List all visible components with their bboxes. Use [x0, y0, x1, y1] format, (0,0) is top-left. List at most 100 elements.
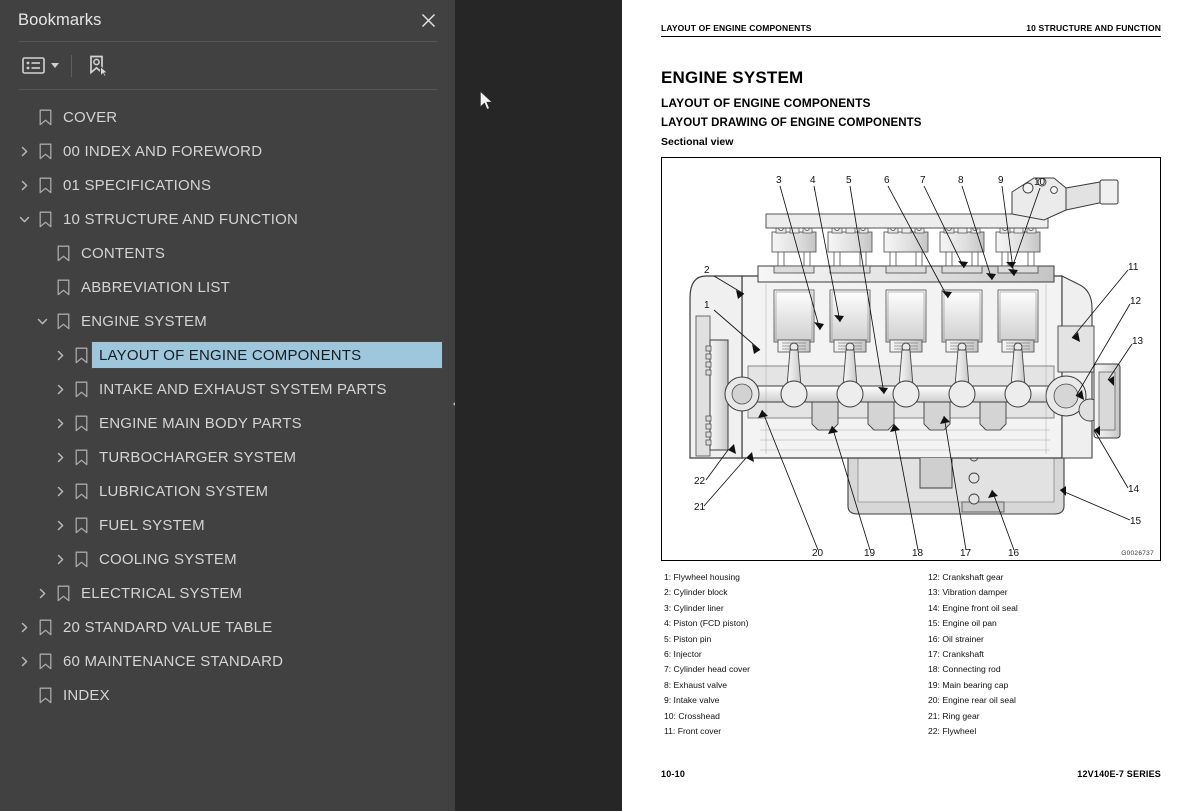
bookmarks-panel-header: Bookmarks	[0, 0, 455, 41]
expand-toggle[interactable]	[32, 576, 52, 610]
bookmark-label-wrap: ENGINE SYSTEM	[74, 308, 217, 334]
close-icon	[421, 13, 435, 28]
panel-title: Bookmarks	[18, 11, 102, 29]
collapse-toggle[interactable]	[14, 202, 34, 236]
legend-item: 4: Piston (FCD piston)	[664, 618, 749, 629]
bookmark-item-index[interactable]: INDEX	[0, 678, 455, 712]
bookmark-icon	[57, 245, 69, 261]
bookmark-label: 01 SPECIFICATIONS	[63, 176, 212, 194]
bookmark-tree[interactable]: COVER 00 INDEX AND FOREWORD 01 SPECIFICATI…	[0, 90, 455, 811]
expand-toggle[interactable]	[14, 610, 34, 644]
bookmark-label: ENGINE SYSTEM	[81, 312, 207, 330]
bookmark-item-engine-main-body-parts[interactable]: ENGINE MAIN BODY PARTS	[0, 406, 455, 440]
bookmark-icon	[75, 415, 87, 431]
bookmark-icon-wrap	[34, 168, 56, 202]
bookmarks-panel: Bookmarks COVER 00 INDEX AND FOREWORD 01…	[0, 0, 455, 811]
expand-toggle[interactable]	[14, 134, 34, 168]
running-head-rule	[661, 36, 1161, 37]
engine-diagram: 1 2 3 4 5 6 7 8 9 10 11 12 13 14 15 16 1…	[689, 175, 1144, 559]
bookmark-item-layout-of-engine-components[interactable]: LAYOUT OF ENGINE COMPONENTS	[0, 338, 455, 372]
legend-item: 14: Engine front oil seal	[928, 602, 1018, 613]
bookmark-label: ABBREVIATION LIST	[81, 278, 230, 296]
expand-toggle[interactable]	[50, 508, 70, 542]
bookmark-icon	[57, 279, 69, 295]
legend-item: 13: Vibration damper	[928, 587, 1008, 598]
chevron-down-icon	[51, 63, 59, 68]
list-options-icon	[22, 57, 45, 74]
chevron-right-icon	[21, 146, 27, 156]
bookmark-item-engine-system[interactable]: ENGINE SYSTEM	[0, 304, 455, 338]
bookmark-icon	[75, 381, 87, 397]
bookmark-label-wrap: INDEX	[56, 682, 120, 708]
legend-item: 1: Flywheel housing	[664, 572, 740, 582]
bookmark-icon-wrap	[52, 304, 74, 338]
series-label: 12V140E-7 SERIES	[1077, 769, 1161, 779]
engine-sectional-view-figure: 1 2 3 4 5 6 7 8 9 10 11 12 13 14 15 16 1…	[661, 157, 1161, 561]
expand-toggle[interactable]	[50, 542, 70, 576]
document-footer: 10-10 12V140E-7 SERIES	[661, 769, 1161, 779]
callout-14: 14	[1128, 484, 1140, 495]
page-title: ENGINE SYSTEM	[661, 68, 804, 87]
bookmark-icon-wrap	[70, 542, 92, 576]
bookmark-item-electrical-system[interactable]: ELECTRICAL SYSTEM	[0, 576, 455, 610]
legend-item: 7: Cylinder head cover	[664, 664, 750, 675]
bookmark-icon	[39, 653, 51, 669]
bookmark-label: ENGINE MAIN BODY PARTS	[99, 414, 302, 432]
callout-11: 11	[1128, 262, 1139, 273]
close-panel-button[interactable]	[415, 8, 441, 34]
chevron-right-icon	[21, 656, 27, 666]
legend-item: 5: Piston pin	[664, 633, 712, 644]
legend-item: 11: Front cover	[664, 726, 722, 737]
legend-item: 3: Cylinder liner	[664, 602, 724, 613]
bookmark-label: 60 MAINTENANCE STANDARD	[63, 652, 284, 670]
bookmark-item-turbocharger-system[interactable]: TURBOCHARGER SYSTEM	[0, 440, 455, 474]
bookmark-icon	[75, 517, 87, 533]
bookmark-label-wrap: 01 SPECIFICATIONS	[56, 172, 221, 198]
bookmark-label-wrap: TURBOCHARGER SYSTEM	[92, 444, 306, 470]
bookmark-icon	[39, 143, 51, 159]
collapse-toggle[interactable]	[32, 304, 52, 338]
callout-21: 21	[694, 502, 706, 513]
bookmark-item-10-structure-and-function[interactable]: 10 STRUCTURE AND FUNCTION	[0, 202, 455, 236]
chevron-right-icon	[57, 418, 63, 428]
bookmark-icon	[39, 687, 51, 703]
bookmark-label: INTAKE AND EXHAUST SYSTEM PARTS	[99, 380, 387, 398]
bookmark-icon-wrap	[34, 610, 56, 644]
expand-toggle[interactable]	[14, 644, 34, 678]
bookmark-icon-wrap	[70, 474, 92, 508]
bookmark-item-00-index-and-foreword[interactable]: 00 INDEX AND FOREWORD	[0, 134, 455, 168]
bookmark-item-cover[interactable]: COVER	[0, 100, 455, 134]
pdf-viewer-canvas[interactable]: LAYOUT OF ENGINE COMPONENTS 10 STRUCTURE…	[455, 0, 1200, 811]
callout-20: 20	[812, 548, 824, 559]
page-number: 10-10	[661, 769, 686, 779]
expand-toggle[interactable]	[50, 372, 70, 406]
bookmark-item-intake-and-exhaust-system-parts[interactable]: INTAKE AND EXHAUST SYSTEM PARTS	[0, 372, 455, 406]
callout-18: 18	[912, 548, 924, 559]
bookmark-item-60-maintenance-standard[interactable]: 60 MAINTENANCE STANDARD	[0, 644, 455, 678]
bookmark-item-fuel-system[interactable]: FUEL SYSTEM	[0, 508, 455, 542]
callout-17: 17	[960, 548, 972, 559]
expand-toggle[interactable]	[14, 168, 34, 202]
bookmark-item-contents[interactable]: CONTENTS	[0, 236, 455, 270]
callout-15: 15	[1130, 516, 1142, 527]
parts-legend-column-left: 1: Flywheel housing 2: Cylinder block 3: C…	[661, 570, 911, 739]
chevron-right-icon	[57, 350, 63, 360]
new-bookmark-button[interactable]	[84, 51, 112, 81]
bookmark-item-20-standard-value-table[interactable]: 20 STANDARD VALUE TABLE	[0, 610, 455, 644]
callout-3: 3	[776, 175, 782, 186]
bookmark-item-cooling-system[interactable]: COOLING SYSTEM	[0, 542, 455, 576]
expand-toggle[interactable]	[50, 440, 70, 474]
expand-toggle[interactable]	[50, 406, 70, 440]
bookmark-item-abbreviation-list[interactable]: ABBREVIATION LIST	[0, 270, 455, 304]
bookmark-label: 20 STANDARD VALUE TABLE	[63, 618, 273, 636]
running-head-left: LAYOUT OF ENGINE COMPONENTS	[661, 23, 812, 33]
expand-toggle[interactable]	[50, 474, 70, 508]
bookmark-item-lubrication-system[interactable]: LUBRICATION SYSTEM	[0, 474, 455, 508]
callout-16: 16	[1008, 548, 1020, 559]
callout-12: 12	[1130, 296, 1142, 307]
expand-toggle[interactable]	[50, 338, 70, 372]
bookmark-options-button[interactable]	[20, 51, 61, 81]
bookmark-label-wrap: INTAKE AND EXHAUST SYSTEM PARTS	[92, 376, 397, 402]
legend-item: 8: Exhaust valve	[664, 679, 728, 690]
bookmark-item-01-specifications[interactable]: 01 SPECIFICATIONS	[0, 168, 455, 202]
